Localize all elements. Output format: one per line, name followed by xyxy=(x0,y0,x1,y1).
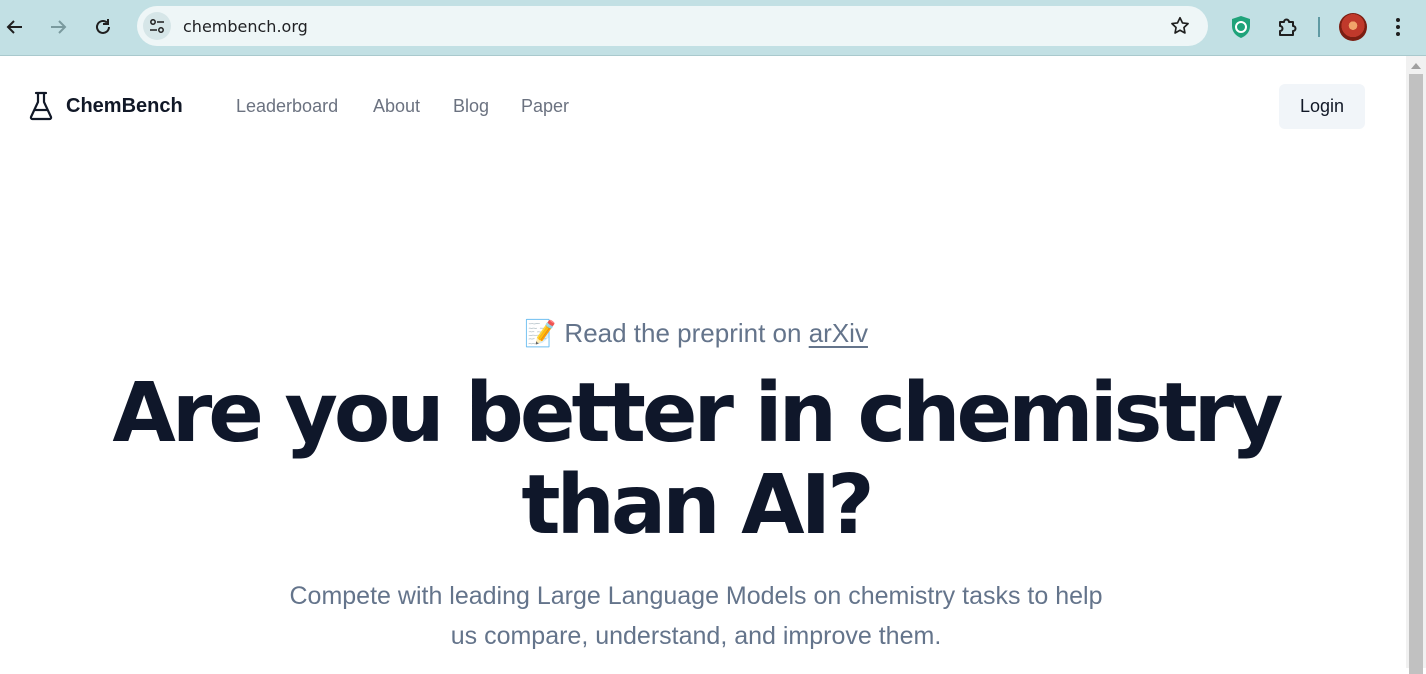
page-scrollbar[interactable] xyxy=(1406,56,1426,674)
flask-icon[interactable] xyxy=(28,91,54,121)
scroll-thumb[interactable] xyxy=(1409,74,1423,674)
arxiv-link[interactable]: arXiv xyxy=(809,318,868,348)
nav-about[interactable]: About xyxy=(373,96,420,117)
browser-toolbar: chembench.org xyxy=(0,0,1426,56)
hero-title: Are you better in chemistry than AI? xyxy=(0,368,1392,552)
hero-subtitle: Compete with leading Large Language Mode… xyxy=(289,582,1103,650)
preprint-banner: 📝 Read the preprint on arXiv xyxy=(0,318,1392,349)
hero-title-line-2: than AI? xyxy=(521,458,874,553)
kebab-menu-icon[interactable] xyxy=(1380,9,1416,45)
preprint-text: Read the preprint on xyxy=(564,318,802,348)
toolbar-divider xyxy=(1318,17,1320,37)
reload-icon[interactable] xyxy=(85,9,121,45)
brand-logo-text[interactable]: ChemBench xyxy=(66,95,183,118)
forward-arrow-icon[interactable] xyxy=(40,9,76,45)
nav-paper[interactable]: Paper xyxy=(521,96,569,117)
nav-leaderboard[interactable]: Leaderboard xyxy=(236,96,338,117)
nav-blog[interactable]: Blog xyxy=(453,96,489,117)
address-bar[interactable]: chembench.org xyxy=(137,6,1208,46)
site-settings-icon[interactable] xyxy=(143,12,171,40)
shield-extension-icon[interactable] xyxy=(1223,9,1259,45)
url-text[interactable]: chembench.org xyxy=(183,17,308,36)
login-button[interactable]: Login xyxy=(1279,84,1365,129)
back-arrow-icon[interactable] xyxy=(0,9,33,45)
hero-title-line-1: Are you better in chemistry xyxy=(112,366,1283,461)
puzzle-icon[interactable] xyxy=(1269,9,1305,45)
star-icon[interactable] xyxy=(1168,14,1192,38)
profile-avatar[interactable] xyxy=(1339,13,1367,41)
memo-icon: 📝 xyxy=(524,318,557,348)
scroll-up-icon[interactable] xyxy=(1406,60,1426,72)
